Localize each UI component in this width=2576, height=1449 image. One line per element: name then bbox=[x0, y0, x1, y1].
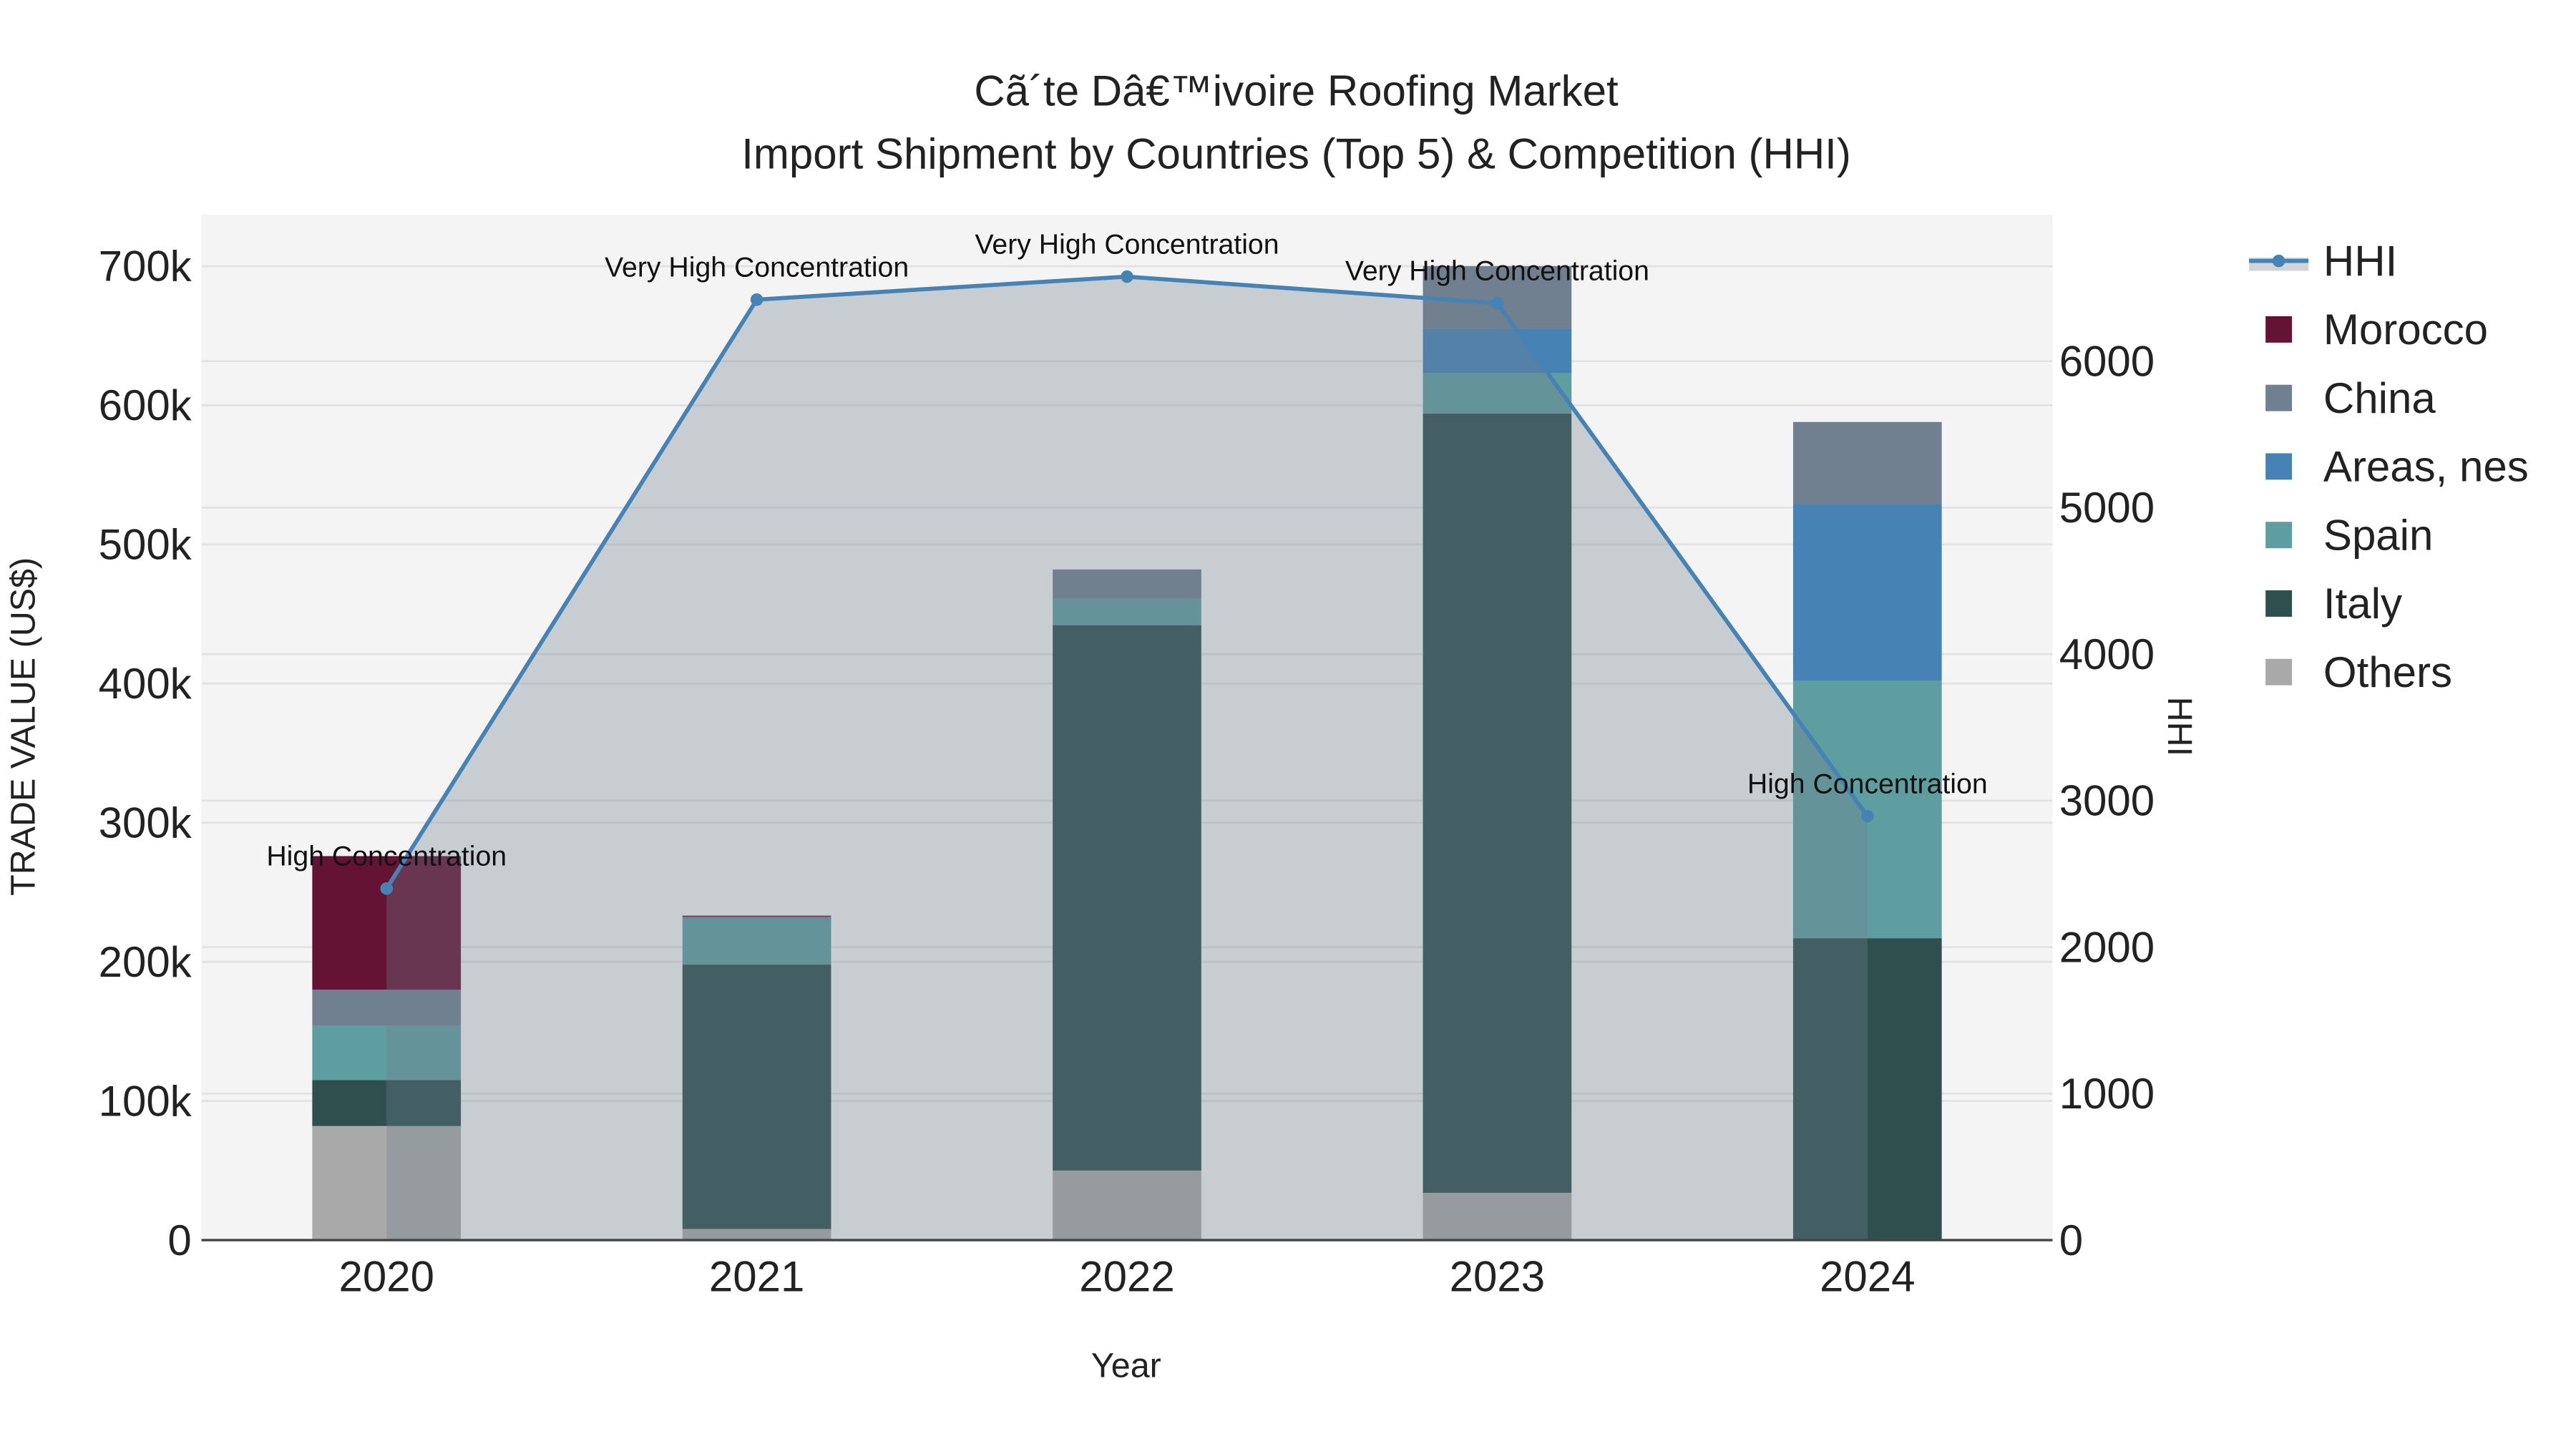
hhi-point-2021[interactable] bbox=[750, 293, 763, 306]
x-tick-label: 2021 bbox=[709, 1253, 804, 1301]
chart-title-line2: Import Shipment by Countries (Top 5) & C… bbox=[741, 130, 1851, 177]
x-tick-label: 2023 bbox=[1450, 1253, 1545, 1301]
legend-item-morocco[interactable]: Morocco bbox=[2265, 306, 2488, 353]
legend-label: China bbox=[2323, 374, 2436, 422]
hhi-point-2023[interactable] bbox=[1491, 296, 1504, 310]
y2-tick-label: 1000 bbox=[2059, 1070, 2155, 1118]
legend-item-china[interactable]: China bbox=[2265, 374, 2436, 422]
y-axis-title: TRADE VALUE (US$) bbox=[4, 557, 42, 896]
hhi-annotation: High Concentration bbox=[1747, 768, 1988, 799]
legend-swatch bbox=[2265, 522, 2293, 549]
y-tick-label: 200k bbox=[99, 938, 192, 986]
y2-tick-label: 5000 bbox=[2059, 484, 2155, 532]
legend-label: Areas, nes bbox=[2323, 443, 2529, 491]
legend-swatch bbox=[2265, 384, 2293, 411]
y-tick-label: 700k bbox=[99, 243, 192, 291]
y-tick-label: 0 bbox=[167, 1216, 191, 1264]
legend-label: Others bbox=[2323, 648, 2452, 696]
chart: High Concentration Very High Concentratio… bbox=[4, 67, 2529, 1385]
legend-swatch bbox=[2265, 453, 2293, 480]
legend-swatch bbox=[2265, 658, 2293, 686]
legend-item-areas-nes[interactable]: Areas, nes bbox=[2265, 443, 2529, 491]
x-tick-label: 2020 bbox=[338, 1253, 434, 1301]
hhi-annotation: Very High Concentration bbox=[605, 251, 909, 283]
hhi-point-2024[interactable] bbox=[1861, 809, 1874, 823]
x-tick-label: 2024 bbox=[1820, 1253, 1915, 1301]
hhi-point-2022[interactable] bbox=[1121, 270, 1133, 283]
bar-areas-nes-2024[interactable] bbox=[1792, 504, 1942, 681]
legend: HHI Morocco China Areas, nes Spain Italy Other… bbox=[2249, 237, 2529, 696]
hhi-point-2020[interactable] bbox=[380, 882, 393, 895]
legend-swatch bbox=[2265, 590, 2293, 617]
y2-tick-label: 4000 bbox=[2059, 630, 2155, 678]
hhi-annotation: High Concentration bbox=[266, 840, 507, 872]
legend-swatch bbox=[2265, 316, 2293, 343]
x-axis-title: Year bbox=[1091, 1347, 1161, 1385]
y-tick-label: 100k bbox=[99, 1077, 192, 1125]
y-tick-label: 500k bbox=[99, 521, 192, 569]
legend-item-hhi[interactable]: HHI bbox=[2249, 237, 2397, 285]
legend-swatch-marker bbox=[2272, 254, 2285, 268]
legend-label: HHI bbox=[2323, 237, 2397, 285]
legend-label: Morocco bbox=[2323, 306, 2488, 353]
hhi-annotation: Very High Concentration bbox=[1345, 255, 1649, 286]
x-tick-label: 2022 bbox=[1079, 1253, 1174, 1301]
y-tick-label: 400k bbox=[99, 660, 192, 708]
hhi-annotation: Very High Concentration bbox=[975, 228, 1279, 260]
legend-item-others[interactable]: Others bbox=[2265, 648, 2452, 696]
y-tick-label: 600k bbox=[99, 381, 192, 429]
y2-tick-label: 3000 bbox=[2059, 777, 2155, 825]
chart-title-line1: Cã´te Dâ€™ivoire Roofing Market bbox=[974, 67, 1619, 115]
legend-label: Italy bbox=[2323, 580, 2402, 628]
bar-china-2024[interactable] bbox=[1792, 421, 1942, 504]
y2-tick-label: 6000 bbox=[2059, 337, 2155, 385]
legend-label: Spain bbox=[2323, 511, 2433, 559]
legend-item-italy[interactable]: Italy bbox=[2265, 580, 2402, 628]
y2-tick-label: 2000 bbox=[2059, 923, 2155, 971]
y-tick-label: 300k bbox=[99, 799, 192, 847]
legend-item-spain[interactable]: Spain bbox=[2265, 511, 2433, 559]
y2-tick-label: 0 bbox=[2059, 1216, 2083, 1264]
y2-axis-title: HHI bbox=[2160, 697, 2199, 756]
